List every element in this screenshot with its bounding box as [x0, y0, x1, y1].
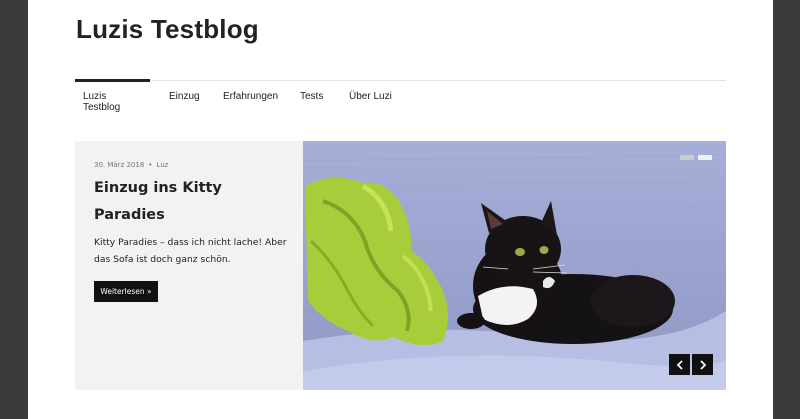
read-more-button[interactable]: Weiterlesen »: [94, 281, 158, 302]
page-container: Luzis Testblog Luzis Testblog Einzug Erf…: [28, 0, 773, 419]
cat-photo: [303, 141, 726, 390]
nav-item-ueber-luzi[interactable]: Über Luzi: [349, 91, 409, 102]
nav-item-home[interactable]: Luzis Testblog: [83, 91, 120, 113]
post-title[interactable]: Einzug ins Kitty Paradies: [94, 175, 294, 229]
post-meta: 30. März 2018 • Luz: [94, 161, 168, 169]
slide-indicator-1[interactable]: [680, 155, 694, 160]
slide-image-cat-on-sofa[interactable]: [303, 141, 726, 390]
featured-slider: 30. März 2018 • Luz Einzug ins Kitty Parad…: [75, 141, 726, 390]
slider-prev-button[interactable]: [669, 354, 690, 375]
site-title[interactable]: Luzis Testblog: [76, 14, 259, 45]
slider-next-button[interactable]: [692, 354, 713, 375]
post-excerpt: Kitty Paradies – dass ich nicht lache! A…: [94, 237, 287, 265]
post-date[interactable]: 30. März 2018: [94, 161, 144, 169]
meta-separator: •: [148, 161, 153, 169]
nav-item-einzug[interactable]: Einzug: [169, 91, 200, 102]
slide-text-panel: 30. März 2018 • Luz Einzug ins Kitty Parad…: [75, 141, 303, 390]
chevron-right-icon: [699, 359, 706, 370]
nav-item-erfahrungen[interactable]: Erfahrungen: [223, 91, 278, 102]
chevron-left-icon: [676, 359, 683, 370]
slide-indicator-2[interactable]: [698, 155, 712, 160]
nav-divider: [75, 80, 726, 81]
nav-item-tests[interactable]: Tests: [300, 91, 323, 102]
nav-active-indicator: [75, 79, 150, 82]
post-author[interactable]: Luz: [156, 161, 168, 169]
slider-indicators: [680, 155, 712, 160]
